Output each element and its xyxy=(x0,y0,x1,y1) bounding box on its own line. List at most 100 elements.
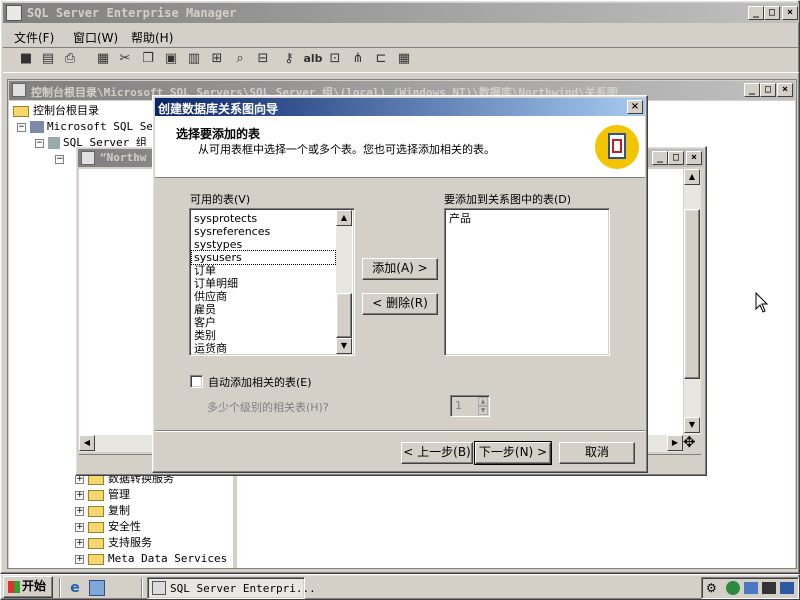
expand-icon[interactable]: + xyxy=(75,538,84,548)
diagram-close-button[interactable]: × xyxy=(686,151,702,165)
tree-item[interactable]: + 安全性 xyxy=(75,519,141,535)
relationship-icon[interactable]: ⋔ xyxy=(350,51,366,67)
grid-icon[interactable]: ▦ xyxy=(396,51,412,67)
child-maximize-button[interactable]: □ xyxy=(760,83,776,97)
system-tray: ⚙ xyxy=(701,577,799,599)
scroll-left-button[interactable]: ◀ xyxy=(79,435,95,451)
new-icon[interactable]: ▦ xyxy=(95,51,111,67)
list-scroll-thumb[interactable] xyxy=(336,293,352,338)
taskbar-task-enterprise-manager[interactable]: SQL Server Enterpri... xyxy=(147,577,316,599)
auto-add-checkbox[interactable] xyxy=(190,375,203,388)
available-table-item[interactable]: 类别 xyxy=(192,329,335,342)
new-table-icon[interactable]: ▥ xyxy=(186,51,202,67)
selected-table-item[interactable]: 产品 xyxy=(447,212,605,225)
stepper-up-icon[interactable]: ▲ xyxy=(478,397,488,406)
available-table-item[interactable]: sysprotects xyxy=(192,212,335,225)
tree-item-root[interactable]: 控制台根目录 xyxy=(13,103,99,119)
stepper-down-icon[interactable]: ▼ xyxy=(478,406,488,415)
remove-button[interactable]: < 删除(R) xyxy=(362,293,438,315)
tray-tools-icon[interactable]: ⚙ xyxy=(706,581,717,595)
expand-icon[interactable]: + xyxy=(75,554,84,564)
zoom-icon[interactable]: ⌕ xyxy=(232,51,248,67)
main-title-bar[interactable]: SQL Server Enterprise Manager _ □ × xyxy=(3,3,799,23)
ie-icon[interactable]: e xyxy=(67,580,83,596)
list-scroll-up-button[interactable]: ▲ xyxy=(336,210,352,226)
maximize-button[interactable]: □ xyxy=(764,6,780,20)
menu-file[interactable]: 文件(F) xyxy=(14,29,54,46)
scroll-right-button[interactable]: ▶ xyxy=(667,435,683,451)
cancel-button[interactable]: 取消 xyxy=(559,442,635,464)
collapse-icon[interactable]: − xyxy=(55,154,64,164)
tree-item[interactable]: + 支持服务 xyxy=(75,535,152,551)
menu-bar: 文件(F) 窗口(W) 帮助(H) xyxy=(3,25,799,47)
tree-item-sql-servers[interactable]: − Microsoft SQL Ser xyxy=(17,119,160,135)
wizard-close-button[interactable]: × xyxy=(627,100,643,114)
tray-display-icon[interactable] xyxy=(780,582,794,594)
tray-network-icon[interactable] xyxy=(744,582,758,594)
tree-item[interactable]: + 复制 xyxy=(75,503,130,519)
copy-icon[interactable]: ❐ xyxy=(140,51,156,67)
tree-item[interactable]: + 管理 xyxy=(75,487,130,503)
wizard-header: 选择要添加的表 从可用表框中选择一个或多个表。您也可选择添加相关的表。 xyxy=(155,116,645,178)
expand-icon[interactable]: + xyxy=(75,490,84,500)
available-table-item[interactable]: sysreferences xyxy=(192,225,335,238)
available-table-item[interactable]: 订单明细 xyxy=(192,277,335,290)
scroll-down-button[interactable]: ▼ xyxy=(684,417,700,433)
diagram-vscrollbar[interactable]: ▲ ▼ xyxy=(684,169,701,435)
wizard-title-bar[interactable]: 创建数据库关系图向导 × xyxy=(155,98,645,116)
text-annotation-icon[interactable]: alb xyxy=(303,51,323,67)
available-tables-items: sysprotects sysreferences systypes sysusers… xyxy=(191,212,336,355)
collapse-icon[interactable]: − xyxy=(17,122,26,132)
layout-icon[interactable]: ⊡ xyxy=(327,51,343,67)
expand-icon[interactable]: + xyxy=(75,506,84,516)
properties-icon[interactable]: ▤ xyxy=(40,51,56,67)
available-table-item[interactable]: sysusers xyxy=(191,250,336,265)
start-button[interactable]: 开始 xyxy=(3,576,53,598)
close-button[interactable]: × xyxy=(782,6,798,20)
add-button[interactable]: 添加(A) > xyxy=(362,258,438,280)
scroll-thumb[interactable] xyxy=(684,209,700,379)
add-related-icon[interactable]: ⊞ xyxy=(209,51,225,67)
available-table-item[interactable]: 客户 xyxy=(192,316,335,329)
available-table-item[interactable]: 供应商 xyxy=(192,290,335,303)
wizard-dialog: 创建数据库关系图向导 × 选择要添加的表 从可用表框中选择一个或多个表。您也可选… xyxy=(152,95,648,473)
save-icon[interactable]: ■ xyxy=(18,51,34,67)
tree-item-label: Meta Data Services xyxy=(108,552,228,565)
tree-item-local[interactable]: − xyxy=(55,151,68,167)
back-button[interactable]: < 上一步(B) xyxy=(401,442,473,464)
child-minimize-button[interactable]: _ xyxy=(744,83,760,97)
quicklaunch-icon[interactable] xyxy=(89,580,105,596)
scroll-up-button[interactable]: ▲ xyxy=(684,169,700,185)
cut-icon[interactable]: ✂ xyxy=(117,51,133,67)
minimize-button[interactable]: _ xyxy=(748,6,764,20)
expand-icon[interactable]: + xyxy=(75,522,84,532)
available-tables-scrollbar[interactable]: ▲ ▼ xyxy=(336,210,352,354)
diagram-maximize-button[interactable]: □ xyxy=(668,151,684,165)
available-table-item[interactable]: systypes xyxy=(192,238,335,251)
diagram-minimize-button[interactable]: _ xyxy=(652,151,668,165)
arrange-icon[interactable]: ⊏ xyxy=(373,51,389,67)
selected-tables-list[interactable]: 产品 xyxy=(444,208,610,356)
tray-sql-icon[interactable] xyxy=(726,581,740,595)
tray-app-icon[interactable] xyxy=(762,582,776,594)
print-icon[interactable]: ⎙ xyxy=(62,51,78,67)
collapse-icon[interactable]: − xyxy=(35,138,44,148)
next-button[interactable]: 下一步(N) > xyxy=(474,441,552,465)
task-label: SQL Server Enterpri... xyxy=(170,582,316,595)
key-icon[interactable]: ⚷ xyxy=(281,51,297,67)
paste-icon[interactable]: ▣ xyxy=(163,51,179,67)
tree-item[interactable]: + Meta Data Services xyxy=(75,551,227,567)
auto-add-label[interactable]: 自动添加相关的表(E) xyxy=(208,374,312,390)
taskbar-divider-2 xyxy=(141,578,143,598)
child-close-button[interactable]: × xyxy=(777,83,793,97)
windows-logo-icon xyxy=(8,580,20,593)
list-scroll-down-button[interactable]: ▼ xyxy=(336,338,352,354)
available-table-item[interactable]: 雇员 xyxy=(192,303,335,316)
autoarrange-icon[interactable]: ⊟ xyxy=(255,51,271,67)
levels-stepper[interactable]: 1 ▲ ▼ xyxy=(450,395,490,417)
menu-help[interactable]: 帮助(H) xyxy=(131,29,173,46)
available-tables-list[interactable]: sysprotects sysreferences systypes sysusers… xyxy=(189,208,355,356)
menu-window[interactable]: 窗口(W) xyxy=(73,29,118,46)
available-table-item[interactable]: 订单 xyxy=(192,264,335,277)
available-table-item[interactable]: 运货商 xyxy=(192,342,335,355)
